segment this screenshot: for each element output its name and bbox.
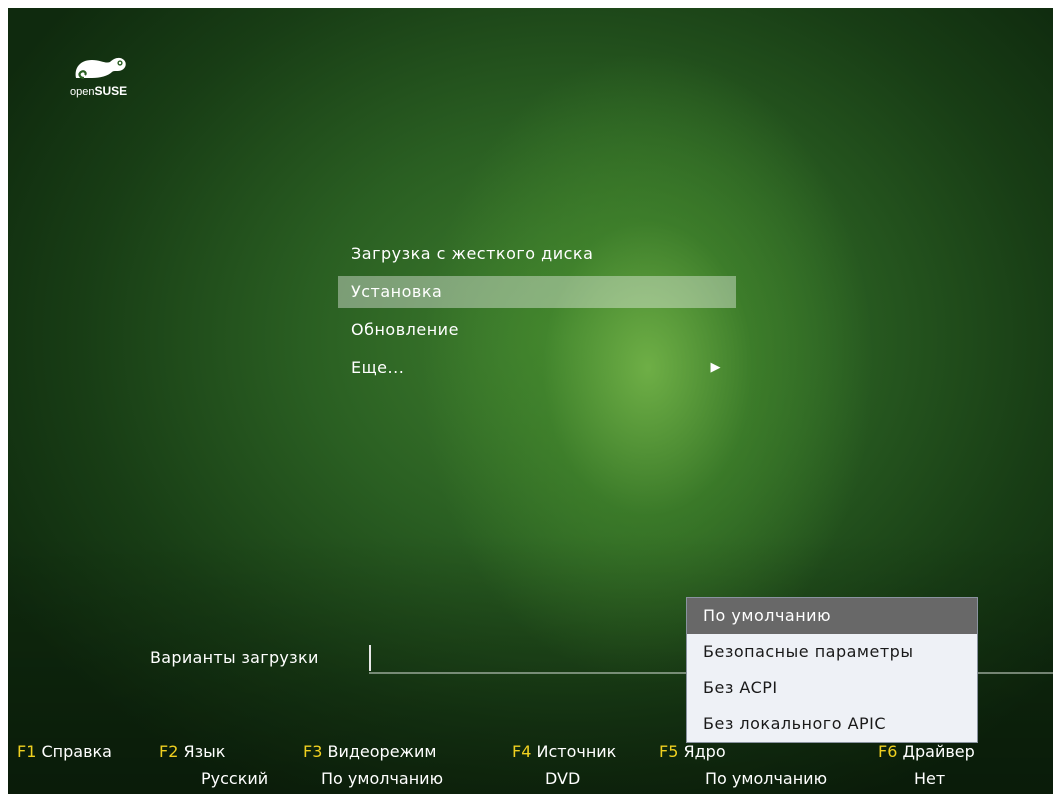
menu-item-more[interactable]: Еще... ▶ xyxy=(338,352,736,384)
dropdown-option-safe[interactable]: Безопасные параметры xyxy=(687,634,977,670)
fkey-source-value: DVD xyxy=(545,769,581,788)
dropdown-option-default[interactable]: По умолчанию xyxy=(687,598,977,634)
fkey-language[interactable]: F2 Язык xyxy=(159,742,225,761)
dropdown-option-no-local-apic[interactable]: Без локального APIC xyxy=(687,706,977,742)
boot-options-label: Варианты загрузки xyxy=(150,648,319,667)
dropdown-option-no-acpi[interactable]: Без ACPI xyxy=(687,670,977,706)
function-key-bar: F1 Справка F2 Язык Русский F3 Видеорежим… xyxy=(8,742,1053,794)
boot-menu: Загрузка с жесткого диска Установка Обно… xyxy=(338,238,736,390)
fkey-source[interactable]: F4 Источник xyxy=(512,742,616,761)
fkey-language-value: Русский xyxy=(201,769,269,788)
menu-item-label: Обновление xyxy=(351,320,459,339)
logo-text: openSUSE xyxy=(70,84,128,98)
chameleon-icon xyxy=(75,57,126,80)
fkey-driver[interactable]: F6 Драйвер xyxy=(878,742,975,761)
fkey-kernel-value: По умолчанию xyxy=(705,769,828,788)
menu-item-upgrade[interactable]: Обновление xyxy=(338,314,736,346)
fkey-help[interactable]: F1 Справка xyxy=(17,742,112,761)
fkey-driver-value: Нет xyxy=(914,769,946,788)
menu-item-harddisk[interactable]: Загрузка с жесткого диска xyxy=(338,238,736,270)
menu-item-label: Еще... xyxy=(351,358,405,377)
submenu-arrow-icon: ▶ xyxy=(710,360,721,375)
menu-item-installation[interactable]: Установка xyxy=(338,276,736,308)
opensuse-logo: openSUSE xyxy=(70,52,160,102)
boot-screen: openSUSE Загрузка с жесткого диска Устан… xyxy=(8,8,1053,794)
fkey-video-mode-value: По умолчанию xyxy=(321,769,444,788)
fkey-kernel[interactable]: F5 Ядро xyxy=(659,742,726,761)
menu-item-label: Загрузка с жесткого диска xyxy=(351,244,594,263)
fkey-video-mode[interactable]: F3 Видеорежим xyxy=(303,742,436,761)
kernel-options-dropdown[interactable]: По умолчанию Безопасные параметры Без AC… xyxy=(686,597,978,743)
menu-item-label: Установка xyxy=(351,282,443,301)
boot-options-input[interactable] xyxy=(369,645,371,671)
